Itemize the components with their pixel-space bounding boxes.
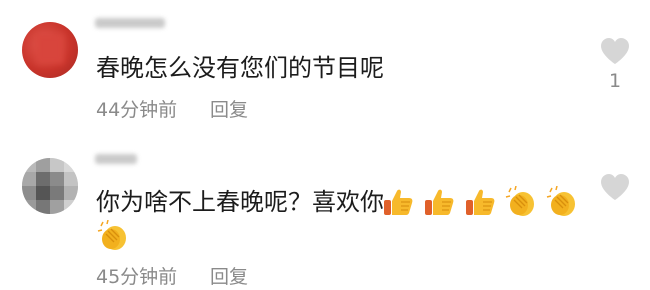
- avatar[interactable]: [22, 158, 78, 214]
- clapping-hands-icon: [547, 186, 576, 216]
- emoji-row: [381, 186, 581, 218]
- like-button[interactable]: [597, 172, 633, 206]
- like-count: 1: [608, 70, 622, 92]
- emoji-row-wrap: [96, 220, 132, 252]
- clapping-hands-icon: [506, 186, 535, 216]
- thumbs-up-icon: [384, 189, 413, 215]
- username-blurred[interactable]: [95, 154, 137, 164]
- thumbs-up-icon: [425, 189, 454, 215]
- reply-button[interactable]: 回复: [210, 95, 248, 122]
- comment-timestamp: 44分钟前: [96, 99, 178, 121]
- clapping-hands-icon: [97, 220, 126, 250]
- comment-text: 你为啥不上春晚呢？喜欢你: [96, 188, 384, 216]
- heart-icon: [601, 38, 629, 64]
- comment-timestamp: 45分钟前: [96, 266, 178, 288]
- heart-icon: [601, 174, 629, 200]
- like-button[interactable]: [597, 36, 633, 70]
- thumbs-up-icon: [466, 189, 495, 215]
- reply-button[interactable]: 回复: [210, 262, 248, 289]
- avatar[interactable]: [22, 22, 78, 78]
- username-blurred[interactable]: [95, 18, 165, 28]
- comment-text: 春晚怎么没有您们的节目呢: [96, 54, 384, 82]
